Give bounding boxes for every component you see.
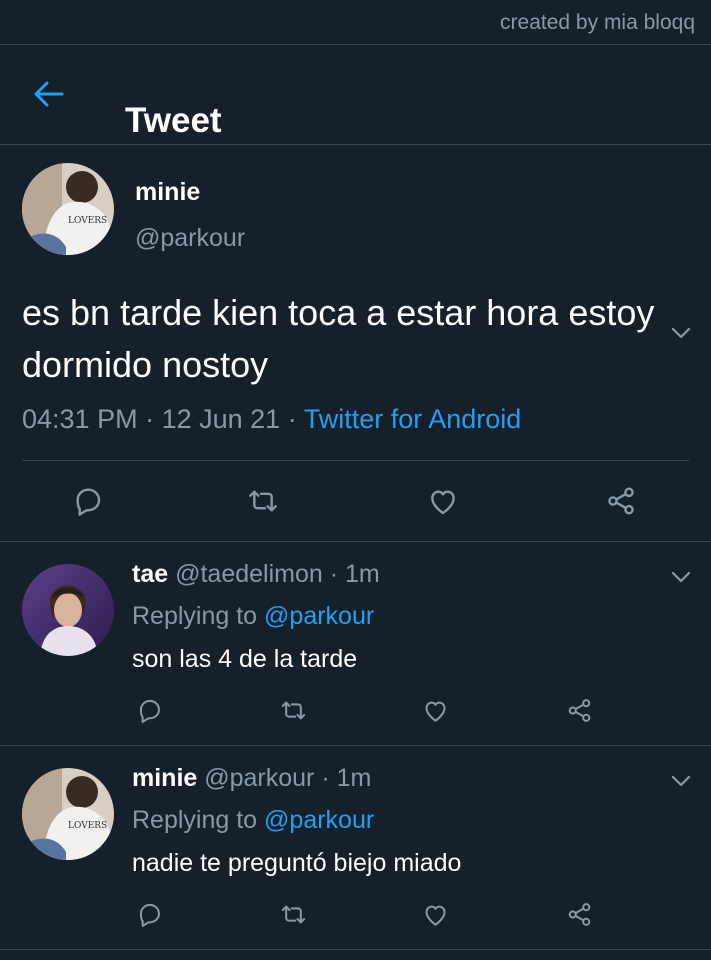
tweet-time: 04:31 PM	[22, 404, 138, 434]
header-bar: Tweet	[0, 45, 711, 145]
mention-link[interactable]: @parkour	[264, 806, 374, 834]
avatar[interactable]: LOVERS	[22, 768, 114, 860]
svg-text:LOVERS: LOVERS	[68, 216, 107, 226]
chevron-down-icon[interactable]	[670, 774, 692, 788]
display-name[interactable]: tae	[132, 560, 168, 588]
share-icon[interactable]	[605, 485, 637, 517]
retweet-icon[interactable]	[247, 485, 279, 517]
display-name[interactable]: minie	[132, 764, 197, 792]
tweet-source[interactable]: Twitter for Android	[304, 404, 522, 434]
replying-to: Replying to @parkour	[132, 806, 374, 835]
replying-label: Replying to	[132, 806, 265, 834]
retweet-icon[interactable]	[280, 901, 307, 928]
avatar[interactable]: LOVERS	[22, 163, 114, 255]
reply-tweet[interactable]: tae @taedelimon · 1m Replying to @parkou…	[0, 542, 711, 746]
reply-text: son las 4 de la tarde	[132, 645, 358, 673]
replying-to: Replying to @parkour	[132, 602, 374, 631]
handle-and-time: @parkour · 1m	[197, 764, 372, 792]
reply-text: nadie te preguntó biejo miado	[132, 849, 462, 877]
divider	[22, 460, 689, 461]
reply-icon[interactable]	[137, 697, 164, 724]
meta-separator: ·	[280, 404, 304, 434]
credit-text: created by mia bloqq	[500, 11, 695, 34]
tweet-meta: 04:31 PM · 12 Jun 21 · Twitter for Andro…	[22, 404, 521, 435]
reply-header: tae @taedelimon · 1m	[132, 560, 380, 589]
avatar[interactable]	[22, 564, 114, 656]
user-handle[interactable]: @parkour	[135, 224, 245, 253]
mention-link[interactable]: @parkour	[264, 602, 374, 630]
share-icon[interactable]	[566, 697, 593, 724]
svg-text:LOVERS: LOVERS	[68, 821, 107, 831]
chevron-down-icon[interactable]	[670, 570, 692, 584]
share-icon[interactable]	[566, 901, 593, 928]
main-tweet: LOVERS minie @parkour es bn tarde kien t…	[0, 145, 711, 542]
page-title: Tweet	[125, 101, 222, 140]
reply-icon[interactable]	[137, 901, 164, 928]
reply-icon[interactable]	[73, 485, 105, 517]
like-icon[interactable]	[422, 901, 449, 928]
tweet-text: es bn tarde kien toca a estar hora estoy…	[22, 292, 655, 385]
meta-separator: ·	[137, 404, 162, 434]
like-icon[interactable]	[427, 485, 459, 517]
handle-and-time: @taedelimon · 1m	[168, 560, 380, 588]
retweet-icon[interactable]	[280, 697, 307, 724]
tweet-date: 12 Jun 21	[161, 404, 281, 434]
back-arrow-icon[interactable]	[32, 79, 66, 109]
reply-header: minie @parkour · 1m	[132, 764, 371, 793]
replying-label: Replying to	[132, 602, 265, 630]
like-icon[interactable]	[422, 697, 449, 724]
reply-tweet[interactable]: LOVERS minie @parkour · 1m Replying to @…	[0, 746, 711, 950]
display-name[interactable]: minie	[135, 178, 200, 207]
top-bar: created by mia bloqq	[0, 0, 711, 45]
